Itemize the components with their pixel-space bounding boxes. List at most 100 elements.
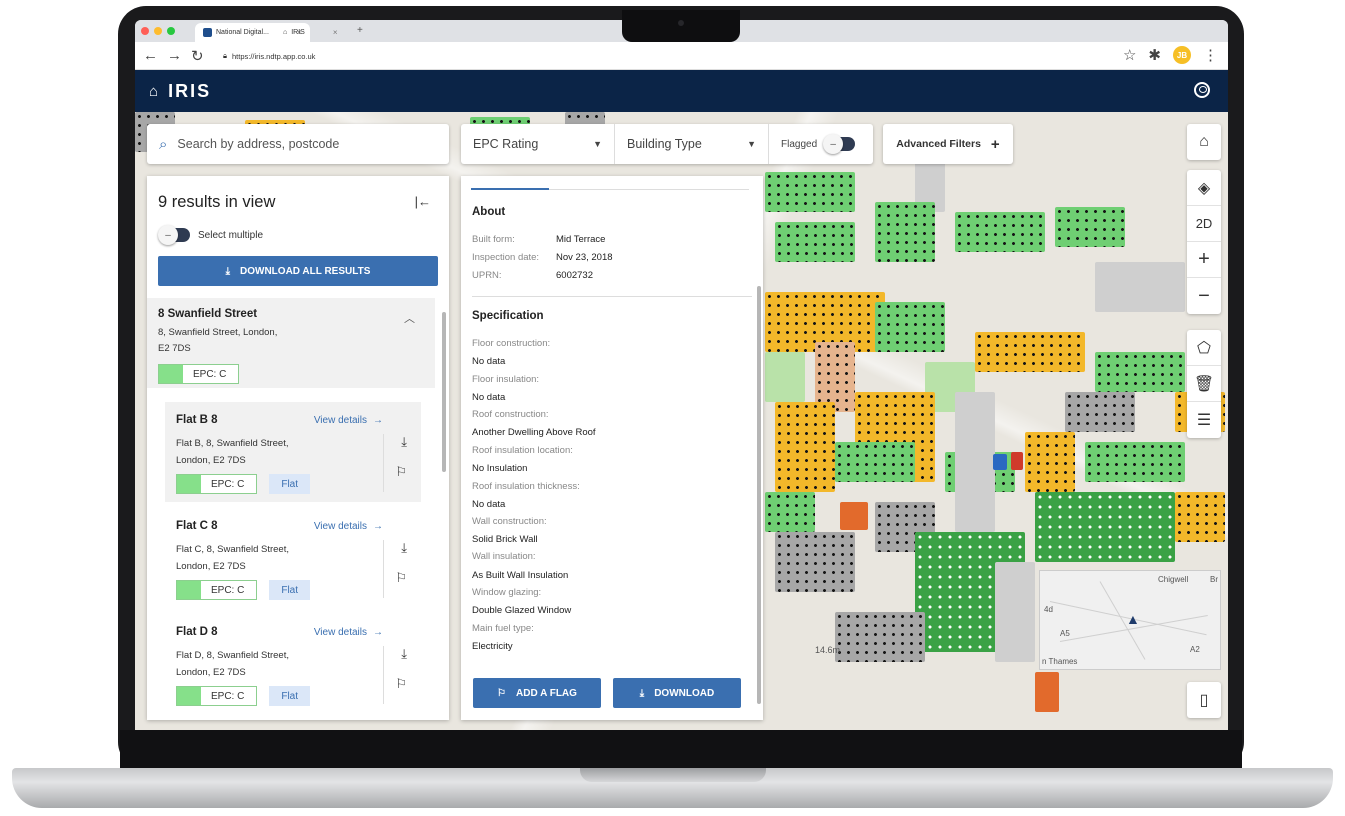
maximize-window-button[interactable] bbox=[167, 27, 175, 35]
toggle-2d-button[interactable]: 2D bbox=[1187, 206, 1221, 242]
zoom-out-icon[interactable]: − bbox=[1187, 278, 1221, 314]
spec-label: Window glazing: bbox=[472, 587, 542, 598]
back-icon[interactable]: ← bbox=[143, 47, 158, 64]
result-address: Flat D, 8, Swanfield Street, London, E2 … bbox=[176, 647, 326, 681]
search-placeholder: Search by address, postcode bbox=[177, 137, 340, 151]
reload-icon[interactable]: ↻ bbox=[191, 47, 204, 65]
building bbox=[765, 492, 815, 532]
epc-badge: EPC: C bbox=[176, 686, 258, 706]
forward-icon[interactable]: → bbox=[167, 47, 182, 64]
building-type-chip: Flat bbox=[269, 580, 311, 600]
browser-menu-icon[interactable]: ⋮ bbox=[1203, 46, 1218, 64]
inspection-date-label: Inspection date: bbox=[472, 252, 540, 263]
epc-label: EPC: C bbox=[211, 584, 245, 596]
compass-icon[interactable]: ◈ bbox=[1187, 170, 1221, 206]
result-title: Flat D 8 bbox=[176, 626, 218, 638]
minimize-window-button[interactable] bbox=[154, 27, 162, 35]
epc-badge: EPC: C bbox=[158, 364, 240, 384]
download-icon[interactable]: ⤓ bbox=[401, 540, 407, 556]
epc-color-swatch bbox=[159, 365, 183, 383]
view-details-link[interactable]: View details → bbox=[314, 415, 383, 426]
address-line: E2 7DS bbox=[158, 343, 191, 354]
flag-icon[interactable]: ⚐ bbox=[395, 570, 407, 586]
active-tab-indicator bbox=[471, 188, 549, 190]
epc-label: EPC: C bbox=[193, 368, 227, 380]
close-window-button[interactable] bbox=[141, 27, 149, 35]
specification-title: Specification bbox=[472, 310, 544, 322]
result-card[interactable]: Flat D 8 View details → Flat D, 8, Swanfi… bbox=[165, 614, 421, 714]
spec-label: Main fuel type: bbox=[472, 623, 534, 634]
results-scrollbar[interactable] bbox=[442, 312, 446, 472]
result-actions: ⤓ ⚐ bbox=[383, 434, 407, 492]
chevron-up-icon[interactable]: ︿ bbox=[404, 310, 415, 326]
building-type-select[interactable]: Building Type ▼ bbox=[615, 124, 769, 164]
collapse-panel-icon[interactable]: |← bbox=[415, 194, 431, 209]
epc-rating-select[interactable]: EPC Rating ▼ bbox=[461, 124, 615, 164]
select-multiple-toggle[interactable]: – Select multiple bbox=[158, 225, 263, 245]
overview-minimap[interactable]: Chigwell Br 4d A5 A2 n Thames ▲ bbox=[1039, 570, 1221, 670]
address-group-header[interactable]: 8 Swanfield Street 8, Swanfield Street, … bbox=[147, 298, 435, 388]
app-header: ⌂ IRIS bbox=[135, 70, 1228, 112]
result-actions: ⤓ ⚐ bbox=[383, 646, 407, 704]
view-controls: ◈ 2D + − bbox=[1187, 170, 1221, 314]
building bbox=[840, 502, 868, 530]
results-panel: 9 results in view |← – Select multiple ⤓… bbox=[147, 176, 449, 720]
user-account-icon[interactable] bbox=[1194, 82, 1210, 98]
draw-controls: ⬠ 🗑︎ ☰ bbox=[1187, 330, 1221, 438]
map-icon[interactable]: ▯ bbox=[1187, 682, 1221, 718]
detail-scrollbar[interactable] bbox=[757, 286, 761, 704]
app-logo[interactable]: ⌂ IRIS bbox=[149, 81, 211, 102]
result-card[interactable]: Flat C 8 View details → Flat C, 8, Swanfi… bbox=[165, 508, 421, 608]
building bbox=[1025, 432, 1075, 492]
result-badges: EPC: C Flat bbox=[176, 580, 311, 600]
tab-favicon-icon bbox=[203, 28, 212, 37]
app-title: IRIS bbox=[168, 81, 212, 101]
delete-shape-icon[interactable]: 🗑︎ bbox=[1187, 366, 1221, 402]
toggle-knob: – bbox=[823, 134, 844, 154]
browser-tab-iris[interactable]: ⌂ IRIS × bbox=[275, 23, 346, 42]
view-details-link[interactable]: View details → bbox=[314, 627, 383, 638]
building-type-chip: Flat bbox=[269, 686, 311, 706]
profile-avatar[interactable]: JB bbox=[1173, 46, 1191, 64]
download-icon[interactable]: ⤓ bbox=[401, 434, 407, 450]
polygon-draw-icon[interactable]: ⬠ bbox=[1187, 330, 1221, 366]
add-flag-label: ADD A FLAG bbox=[516, 687, 577, 699]
uprn-label: UPRN: bbox=[472, 270, 502, 281]
advanced-filters-button[interactable]: Advanced Filters + bbox=[883, 124, 1013, 164]
address-group-title: 8 Swanfield Street bbox=[158, 308, 258, 320]
tab-close-icon[interactable]: × bbox=[333, 28, 338, 37]
lock-icon: 🔒︎ bbox=[223, 51, 227, 60]
result-badges: EPC: C Flat bbox=[176, 686, 311, 706]
zoom-in-icon[interactable]: + bbox=[1187, 242, 1221, 278]
legend-list-icon[interactable]: ☰ bbox=[1187, 402, 1221, 438]
download-icon[interactable]: ⤓ bbox=[401, 646, 407, 662]
building bbox=[875, 202, 935, 262]
camera-notch bbox=[622, 10, 740, 42]
new-tab-button[interactable]: + bbox=[357, 25, 363, 36]
building bbox=[1065, 392, 1135, 432]
search-input[interactable]: ⌕ Search by address, postcode bbox=[147, 124, 449, 164]
add-flag-button[interactable]: ⚐ ADD A FLAG bbox=[473, 678, 601, 708]
building bbox=[1095, 352, 1185, 392]
result-card[interactable]: Flat B 8 View details → Flat B, 8, Swanfi… bbox=[165, 402, 421, 502]
flagged-filter[interactable]: Flagged – bbox=[769, 124, 873, 164]
building bbox=[765, 352, 805, 402]
browser-actions: ☆ ✱ JB ⋮ bbox=[1123, 46, 1218, 64]
camera-icon bbox=[678, 20, 684, 26]
home-icon[interactable]: ⌂ bbox=[1187, 124, 1221, 160]
spec-value: Electricity bbox=[472, 641, 513, 652]
url-bar[interactable]: 🔒︎ https://iris.ndtp.app.co.uk bbox=[217, 48, 1137, 64]
flagged-toggle[interactable]: – bbox=[823, 134, 856, 154]
view-details-label: View details bbox=[313, 521, 367, 532]
view-details-link[interactable]: View details → bbox=[314, 521, 383, 532]
download-button[interactable]: ⤓ DOWNLOAD bbox=[613, 678, 741, 708]
flag-icon[interactable]: ⚐ bbox=[395, 676, 407, 692]
built-form-label: Built form: bbox=[472, 234, 515, 245]
select-multiple-switch[interactable]: – bbox=[158, 225, 190, 245]
bookmark-star-icon[interactable]: ☆ bbox=[1123, 46, 1136, 64]
flag-icon[interactable]: ⚐ bbox=[395, 464, 407, 480]
filter-bar: EPC Rating ▼ Building Type ▼ Flagged – bbox=[461, 124, 873, 164]
tab-label: National Digital... bbox=[216, 29, 269, 36]
extensions-icon[interactable]: ✱ bbox=[1148, 46, 1161, 64]
download-all-button[interactable]: ⤓ DOWNLOAD ALL RESULTS bbox=[158, 256, 438, 286]
